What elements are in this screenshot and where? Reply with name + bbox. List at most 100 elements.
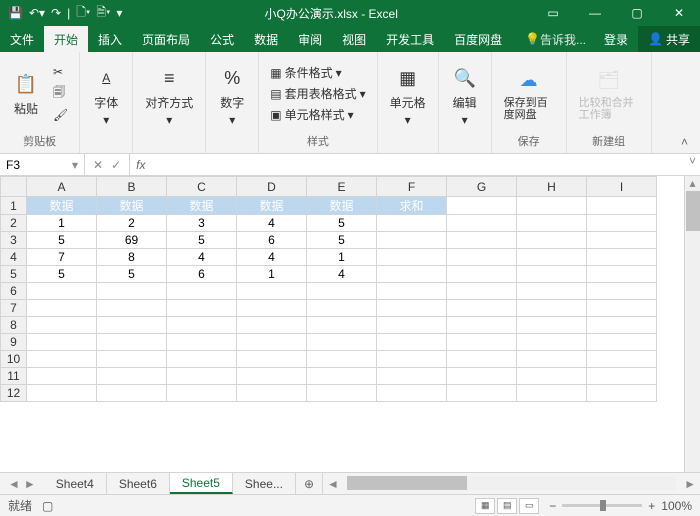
cell[interactable]: [167, 283, 237, 300]
cell[interactable]: [237, 351, 307, 368]
cell[interactable]: [97, 385, 167, 402]
cell[interactable]: [587, 334, 657, 351]
cell[interactable]: [27, 351, 97, 368]
cell[interactable]: [517, 368, 587, 385]
ribbon-options-icon[interactable]: ▭: [532, 0, 574, 26]
cell[interactable]: [447, 283, 517, 300]
edit-button[interactable]: 🔍编辑▾: [447, 62, 483, 129]
table-format-button[interactable]: ▤套用表格格式▾: [267, 84, 368, 103]
save-icon[interactable]: 💾: [8, 6, 23, 20]
cell[interactable]: 4: [237, 215, 307, 232]
chevron-down-icon[interactable]: ▾: [72, 158, 78, 172]
sheet-nav-prev[interactable]: ◄: [8, 477, 20, 491]
cell[interactable]: [587, 232, 657, 249]
cell[interactable]: [587, 351, 657, 368]
zoom-level[interactable]: 100%: [661, 499, 692, 513]
cell[interactable]: [27, 317, 97, 334]
maximize-icon[interactable]: ▢: [616, 0, 658, 26]
cell[interactable]: 5: [167, 232, 237, 249]
cell[interactable]: [167, 351, 237, 368]
cell[interactable]: [447, 215, 517, 232]
paste-button[interactable]: 📋粘贴: [8, 68, 44, 119]
cell[interactable]: [587, 215, 657, 232]
row-header-9[interactable]: 9: [1, 334, 27, 351]
cell[interactable]: [447, 197, 517, 215]
row-header-2[interactable]: 2: [1, 215, 27, 232]
cell[interactable]: 5: [97, 266, 167, 283]
cell[interactable]: [587, 249, 657, 266]
close-icon[interactable]: ✕: [658, 0, 700, 26]
cell[interactable]: [307, 317, 377, 334]
row-header-4[interactable]: 4: [1, 249, 27, 266]
cell[interactable]: [447, 368, 517, 385]
cell[interactable]: [237, 283, 307, 300]
cell[interactable]: [587, 317, 657, 334]
row-header-12[interactable]: 12: [1, 385, 27, 402]
select-all[interactable]: [1, 177, 27, 197]
row-header-8[interactable]: 8: [1, 317, 27, 334]
row-header-5[interactable]: 5: [1, 266, 27, 283]
save-baidu-button[interactable]: ☁保存到百度网盘: [500, 65, 558, 123]
cell[interactable]: [377, 300, 447, 317]
preview-icon[interactable]: 🗎▾: [96, 3, 110, 24]
cell[interactable]: 7: [27, 249, 97, 266]
cell[interactable]: 2: [97, 215, 167, 232]
cell[interactable]: [447, 351, 517, 368]
cell[interactable]: 数据: [237, 197, 307, 215]
row-header-3[interactable]: 3: [1, 232, 27, 249]
cell[interactable]: [447, 232, 517, 249]
cell[interactable]: [307, 368, 377, 385]
tab-data[interactable]: 数据: [244, 26, 288, 52]
cell[interactable]: [587, 385, 657, 402]
qat-more-icon[interactable]: ▾: [116, 6, 122, 20]
tab-baidu[interactable]: 百度网盘: [444, 26, 512, 52]
col-header-A[interactable]: A: [27, 177, 97, 197]
tab-review[interactable]: 审阅: [288, 26, 332, 52]
copy-button[interactable]: 🗐: [50, 82, 71, 105]
cell[interactable]: 5: [27, 232, 97, 249]
cell[interactable]: 求和: [377, 197, 447, 215]
row-header-7[interactable]: 7: [1, 300, 27, 317]
cell[interactable]: [447, 300, 517, 317]
tab-dev[interactable]: 开发工具: [376, 26, 444, 52]
col-header-C[interactable]: C: [167, 177, 237, 197]
cell[interactable]: 4: [307, 266, 377, 283]
cell[interactable]: [167, 368, 237, 385]
new-sheet-button[interactable]: ⊕: [304, 477, 314, 491]
col-header-H[interactable]: H: [517, 177, 587, 197]
row-header-6[interactable]: 6: [1, 283, 27, 300]
cell[interactable]: [377, 351, 447, 368]
cell[interactable]: 6: [237, 232, 307, 249]
cell[interactable]: [517, 351, 587, 368]
cell[interactable]: [587, 300, 657, 317]
tab-layout[interactable]: 页面布局: [132, 26, 200, 52]
tab-formula[interactable]: 公式: [200, 26, 244, 52]
cell[interactable]: [307, 283, 377, 300]
cell[interactable]: [167, 300, 237, 317]
cell[interactable]: [447, 266, 517, 283]
cell-style-button[interactable]: ▣单元格样式▾: [267, 105, 368, 124]
cell[interactable]: [97, 283, 167, 300]
cell[interactable]: [307, 351, 377, 368]
cell[interactable]: [447, 334, 517, 351]
cell[interactable]: [517, 317, 587, 334]
sheet-tab-5[interactable]: Sheet5: [170, 473, 233, 494]
cell[interactable]: [167, 317, 237, 334]
row-header-1[interactable]: 1: [1, 197, 27, 215]
cell[interactable]: [377, 283, 447, 300]
horizontal-scrollbar[interactable]: [347, 476, 676, 490]
cell[interactable]: 数据: [307, 197, 377, 215]
cells-button[interactable]: ▦单元格▾: [386, 62, 430, 129]
cell[interactable]: [237, 334, 307, 351]
cell[interactable]: [377, 232, 447, 249]
cell[interactable]: 数据: [27, 197, 97, 215]
cell[interactable]: [587, 368, 657, 385]
spreadsheet-grid[interactable]: ABCDEFGHI1数据数据数据数据数据求和212345356956547844…: [0, 176, 657, 402]
tab-file[interactable]: 文件: [0, 26, 44, 52]
cell[interactable]: 1: [307, 249, 377, 266]
cell[interactable]: [447, 385, 517, 402]
cell[interactable]: [377, 317, 447, 334]
col-header-D[interactable]: D: [237, 177, 307, 197]
tab-insert[interactable]: 插入: [88, 26, 132, 52]
cell[interactable]: 数据: [167, 197, 237, 215]
